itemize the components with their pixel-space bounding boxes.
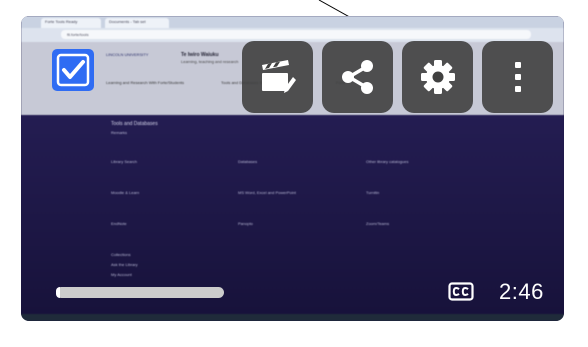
site-link: Ask the Library xyxy=(111,262,138,267)
closed-captions-button[interactable] xyxy=(448,282,474,301)
site-link: Panopto xyxy=(238,221,253,226)
site-nav-item: Learning and Research With Forte/Student… xyxy=(106,80,185,85)
progress-played xyxy=(56,287,60,298)
site-link: My Account xyxy=(111,272,132,277)
clapperboard-button[interactable] xyxy=(242,41,313,113)
site-title: Te Iwiro Waiuku xyxy=(181,52,219,58)
site-link: MS Word, Excel and PowerPoint xyxy=(238,190,296,195)
site-link: Other library catalogues xyxy=(366,159,409,164)
settings-gear-icon xyxy=(420,60,455,94)
university-logo: LINCOLN UNIVERSITY xyxy=(106,52,149,57)
os-taskbar xyxy=(21,314,564,321)
video-player[interactable]: Forte Tools Ready Documents - Tab set fi… xyxy=(21,16,564,321)
checkmark-icon[interactable] xyxy=(52,49,94,91)
share-button[interactable] xyxy=(322,41,393,113)
site-link: EndNote xyxy=(111,221,127,226)
more-vertical-icon xyxy=(514,62,521,92)
progress-bar[interactable] xyxy=(56,287,224,298)
site-link: Moodle & Learn xyxy=(111,190,140,195)
site-link: Library Search xyxy=(111,159,138,164)
address-bar: fil.forte/tools xyxy=(61,30,531,39)
time-remaining: 2:46 xyxy=(499,279,544,304)
settings-button[interactable] xyxy=(402,41,473,113)
browser-chrome: Forte Tools Ready Documents - Tab set fi… xyxy=(21,16,564,42)
browser-tab: Documents - Tab set xyxy=(105,18,169,28)
site-link: Turnitin xyxy=(366,190,380,195)
clapperboard-icon xyxy=(261,60,296,93)
site-subtitle: Learning, teaching and research xyxy=(181,59,239,64)
closed-captions-icon xyxy=(448,282,474,301)
browser-tab: Forte Tools Ready xyxy=(41,18,101,28)
share-icon xyxy=(341,60,373,94)
site-link: Collections xyxy=(111,252,131,257)
section-title: Tools and Databases xyxy=(111,121,158,127)
site-link: Databases xyxy=(238,159,258,164)
more-options-button[interactable] xyxy=(482,41,553,113)
section-subtitle: Remarks xyxy=(111,130,128,135)
site-link: Zoom/Teams xyxy=(366,221,390,226)
